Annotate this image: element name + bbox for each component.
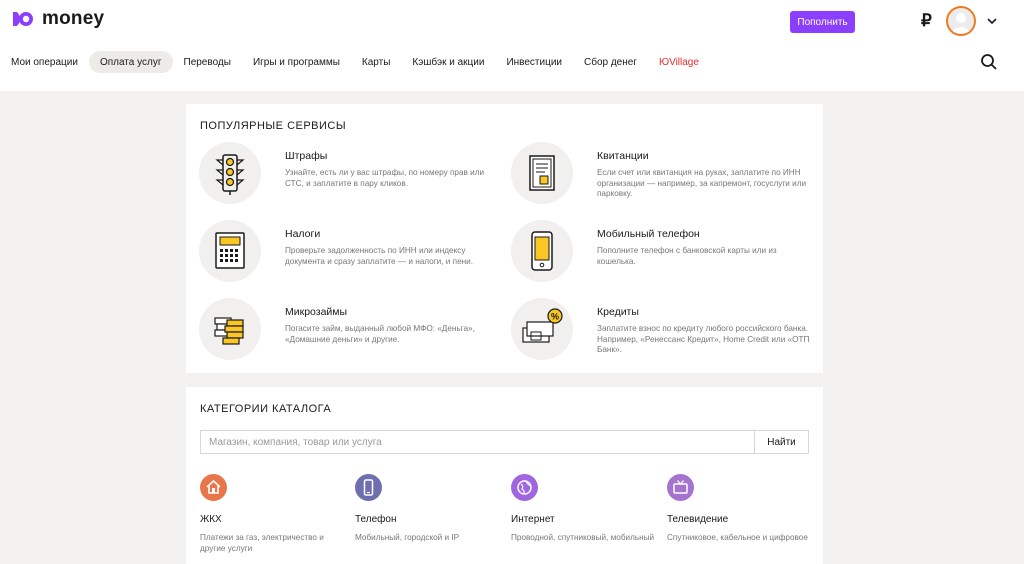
currency-button[interactable]: ₽ [921, 11, 932, 31]
house-icon [200, 474, 227, 501]
service-name: Мобильный телефон [597, 228, 700, 240]
category-desc: Мобильный, городской и IP [355, 533, 460, 542]
service-desc: Пополните телефон с банковской карты или… [597, 246, 777, 266]
service-credits[interactable]: % Кредиты Заплатите взнос по кредиту люб… [511, 298, 811, 362]
smartphone-icon [511, 220, 573, 282]
catalog-card: КАТЕГОРИИ КАТАЛОГА Найти ЖКХ Платежи за … [186, 387, 823, 564]
service-name: Квитанции [597, 150, 649, 162]
service-desc: Проверьте задолженность по ИНН или индек… [285, 246, 474, 266]
find-button[interactable]: Найти [754, 430, 809, 454]
header: money Пополнить ₽ Мои операции Оплата ус… [0, 0, 1024, 91]
globe-icon [511, 474, 538, 501]
nav-item-cashback[interactable]: Кэшбэк и акции [401, 51, 495, 73]
receipt-icon [511, 142, 573, 204]
popular-services-card: ПОПУЛЯРНЫЕ СЕРВИСЫ Штрафы Узнайте, есть … [186, 104, 823, 373]
tv-icon [667, 474, 694, 501]
logo-text: money [42, 8, 105, 29]
catalog-search: Найти [200, 430, 809, 454]
service-name: Штрафы [285, 150, 328, 162]
category-name: Интернет [511, 514, 555, 525]
nav-item-investments[interactable]: Инвестиции [495, 51, 573, 73]
service-mobile[interactable]: Мобильный телефон Пополните телефон с ба… [511, 220, 811, 284]
search-icon[interactable] [980, 53, 998, 71]
category-desc: Проводной, спутниковый, мобильный [511, 533, 655, 542]
category-phone[interactable]: Телефон Мобильный, городской и IP [341, 474, 491, 564]
category-name: Телевидение [667, 514, 729, 525]
service-taxes[interactable]: Налоги Проверьте задолженность по ИНН ил… [199, 220, 499, 284]
traffic-light-icon [199, 142, 261, 204]
service-microloans[interactable]: Микрозаймы Погасите займ, выданный любой… [199, 298, 499, 362]
topup-button[interactable]: Пополнить [790, 11, 855, 33]
service-desc: Если счет или квитанция на руках, заплат… [597, 168, 807, 198]
service-fines[interactable]: Штрафы Узнайте, есть ли у вас штрафы, по… [199, 142, 499, 206]
svg-text:%: % [551, 312, 559, 322]
service-desc: Узнайте, есть ли у вас штрафы, по номеру… [285, 168, 485, 188]
popular-services-title: ПОПУЛЯРНЫЕ СЕРВИСЫ [200, 120, 347, 132]
catalog-search-input[interactable] [200, 430, 754, 454]
logo[interactable]: money [11, 7, 104, 31]
nav-item-games[interactable]: Игры и программы [242, 51, 351, 73]
category-utilities[interactable]: ЖКХ Платежи за газ, электричество и друг… [186, 474, 336, 564]
nav-item-fundraising[interactable]: Сбор денег [573, 51, 648, 73]
service-desc: Заплатите взнос по кредиту любого россий… [597, 324, 810, 354]
nav-item-transfers[interactable]: Переводы [173, 51, 242, 73]
money-stack-icon [199, 298, 261, 360]
service-name: Кредиты [597, 306, 639, 318]
calculator-icon [199, 220, 261, 282]
nav-item-pay-services[interactable]: Оплата услуг [88, 51, 173, 73]
avatar[interactable] [946, 6, 976, 36]
category-desc: Спутниковое, кабельное и цифровое [667, 533, 808, 542]
nav-item-cards[interactable]: Карты [351, 51, 402, 73]
service-name: Налоги [285, 228, 321, 240]
logo-icon [11, 10, 37, 28]
category-tv[interactable]: Телевидение Спутниковое, кабельное и циф… [653, 474, 808, 564]
phone-icon [355, 474, 382, 501]
nav-item-yuvillage[interactable]: ЮVillage [648, 51, 710, 73]
nav-item-my-operations[interactable]: Мои операции [0, 51, 89, 73]
chevron-down-icon[interactable] [985, 14, 999, 28]
category-name: Телефон [355, 514, 397, 525]
category-name: ЖКХ [200, 514, 222, 525]
service-desc: Погасите займ, выданный любой МФО: «День… [285, 324, 475, 344]
credit-percent-icon: % [511, 298, 573, 360]
service-name: Микрозаймы [285, 306, 348, 318]
catalog-title: КАТЕГОРИИ КАТАЛОГА [200, 403, 332, 415]
avatar-icon [951, 13, 971, 33]
category-internet[interactable]: Интернет Проводной, спутниковый, мобильн… [497, 474, 654, 564]
category-desc: Платежи за газ, электричество и другие у… [200, 533, 324, 553]
main-nav: Мои операции Оплата услуг Переводы Игры … [0, 50, 710, 74]
service-receipts[interactable]: Квитанции Если счет или квитанция на рук… [511, 142, 811, 206]
